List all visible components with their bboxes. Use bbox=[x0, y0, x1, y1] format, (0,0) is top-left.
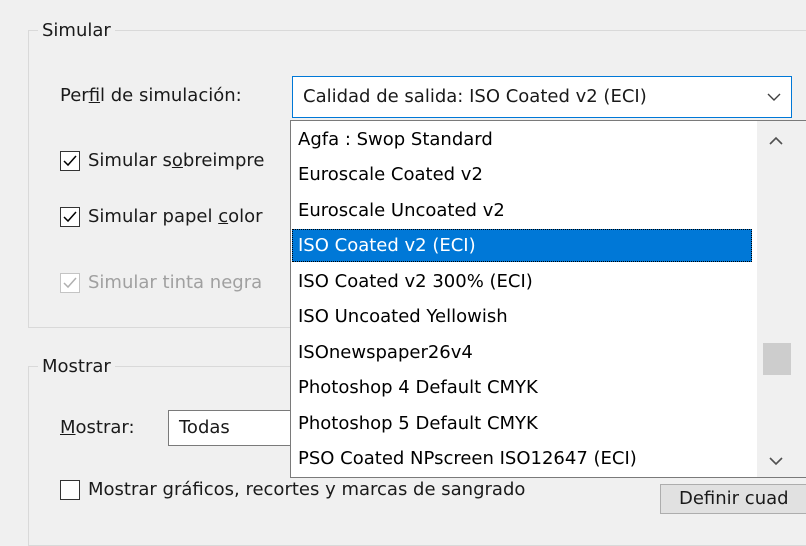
simular-group-title: Simular bbox=[38, 20, 115, 42]
checkmark-icon bbox=[63, 155, 77, 167]
dropdown-scrollbar[interactable] bbox=[757, 121, 806, 477]
dropdown-item[interactable]: ISO Coated v2 300% (ECI) bbox=[292, 265, 752, 298]
simular-tinta-negra-label: Simular tinta negra bbox=[88, 272, 263, 293]
mostrar-label: Mostrar: bbox=[60, 417, 135, 438]
dropdown-item[interactable]: ISO Uncoated Yellowish bbox=[292, 300, 752, 333]
mostrar-graficos-checkbox[interactable] bbox=[60, 480, 80, 500]
dropdown-item[interactable]: Euroscale Coated v2 bbox=[292, 158, 752, 191]
dropdown-item-selected[interactable]: ISO Coated v2 (ECI) bbox=[292, 229, 752, 262]
mostrar-select[interactable]: Todas bbox=[168, 410, 308, 446]
simular-sobreimpresion-label: Simular sobreimpre bbox=[88, 150, 265, 171]
dropdown-item[interactable]: PSO Coated NPscreen ISO12647 (ECI) bbox=[292, 442, 752, 475]
checkmark-icon bbox=[63, 277, 77, 289]
mostrar-group-title: Mostrar bbox=[38, 356, 115, 378]
perfil-simulacion-value: Calidad de salida: ISO Coated v2 (ECI) bbox=[303, 86, 647, 107]
simular-sobreimpresion-checkbox[interactable] bbox=[60, 151, 80, 171]
mostrar-graficos-label: Mostrar gráficos, recortes y marcas de s… bbox=[88, 479, 526, 500]
simular-tinta-negra-checkbox bbox=[60, 273, 80, 293]
perfil-simulacion-dropdown[interactable]: Agfa : Swop Standard Euroscale Coated v2… bbox=[290, 120, 806, 478]
dropdown-item[interactable]: ISOnewspaper26v4 bbox=[292, 336, 752, 369]
perfil-simulacion-label: Perfil de simulación: bbox=[60, 85, 242, 106]
chevron-down-icon[interactable] bbox=[767, 77, 781, 117]
scroll-down-icon[interactable] bbox=[751, 447, 801, 475]
simular-papel-color-label: Simular papel color bbox=[88, 206, 263, 227]
scroll-up-icon[interactable] bbox=[751, 127, 801, 155]
dropdown-item[interactable]: Photoshop 5 Default CMYK bbox=[292, 407, 752, 440]
dropdown-item[interactable]: Photoshop 4 Default CMYK bbox=[292, 371, 752, 404]
scrollbar-thumb[interactable] bbox=[763, 343, 791, 375]
mostrar-select-value: Todas bbox=[179, 417, 230, 438]
dropdown-item[interactable]: Agfa : Swop Standard bbox=[292, 123, 752, 156]
dropdown-item[interactable]: Euroscale Uncoated v2 bbox=[292, 194, 752, 227]
simular-papel-color-checkbox[interactable] bbox=[60, 207, 80, 227]
checkmark-icon bbox=[63, 211, 77, 223]
perfil-simulacion-combobox[interactable]: Calidad de salida: ISO Coated v2 (ECI) bbox=[292, 76, 792, 118]
